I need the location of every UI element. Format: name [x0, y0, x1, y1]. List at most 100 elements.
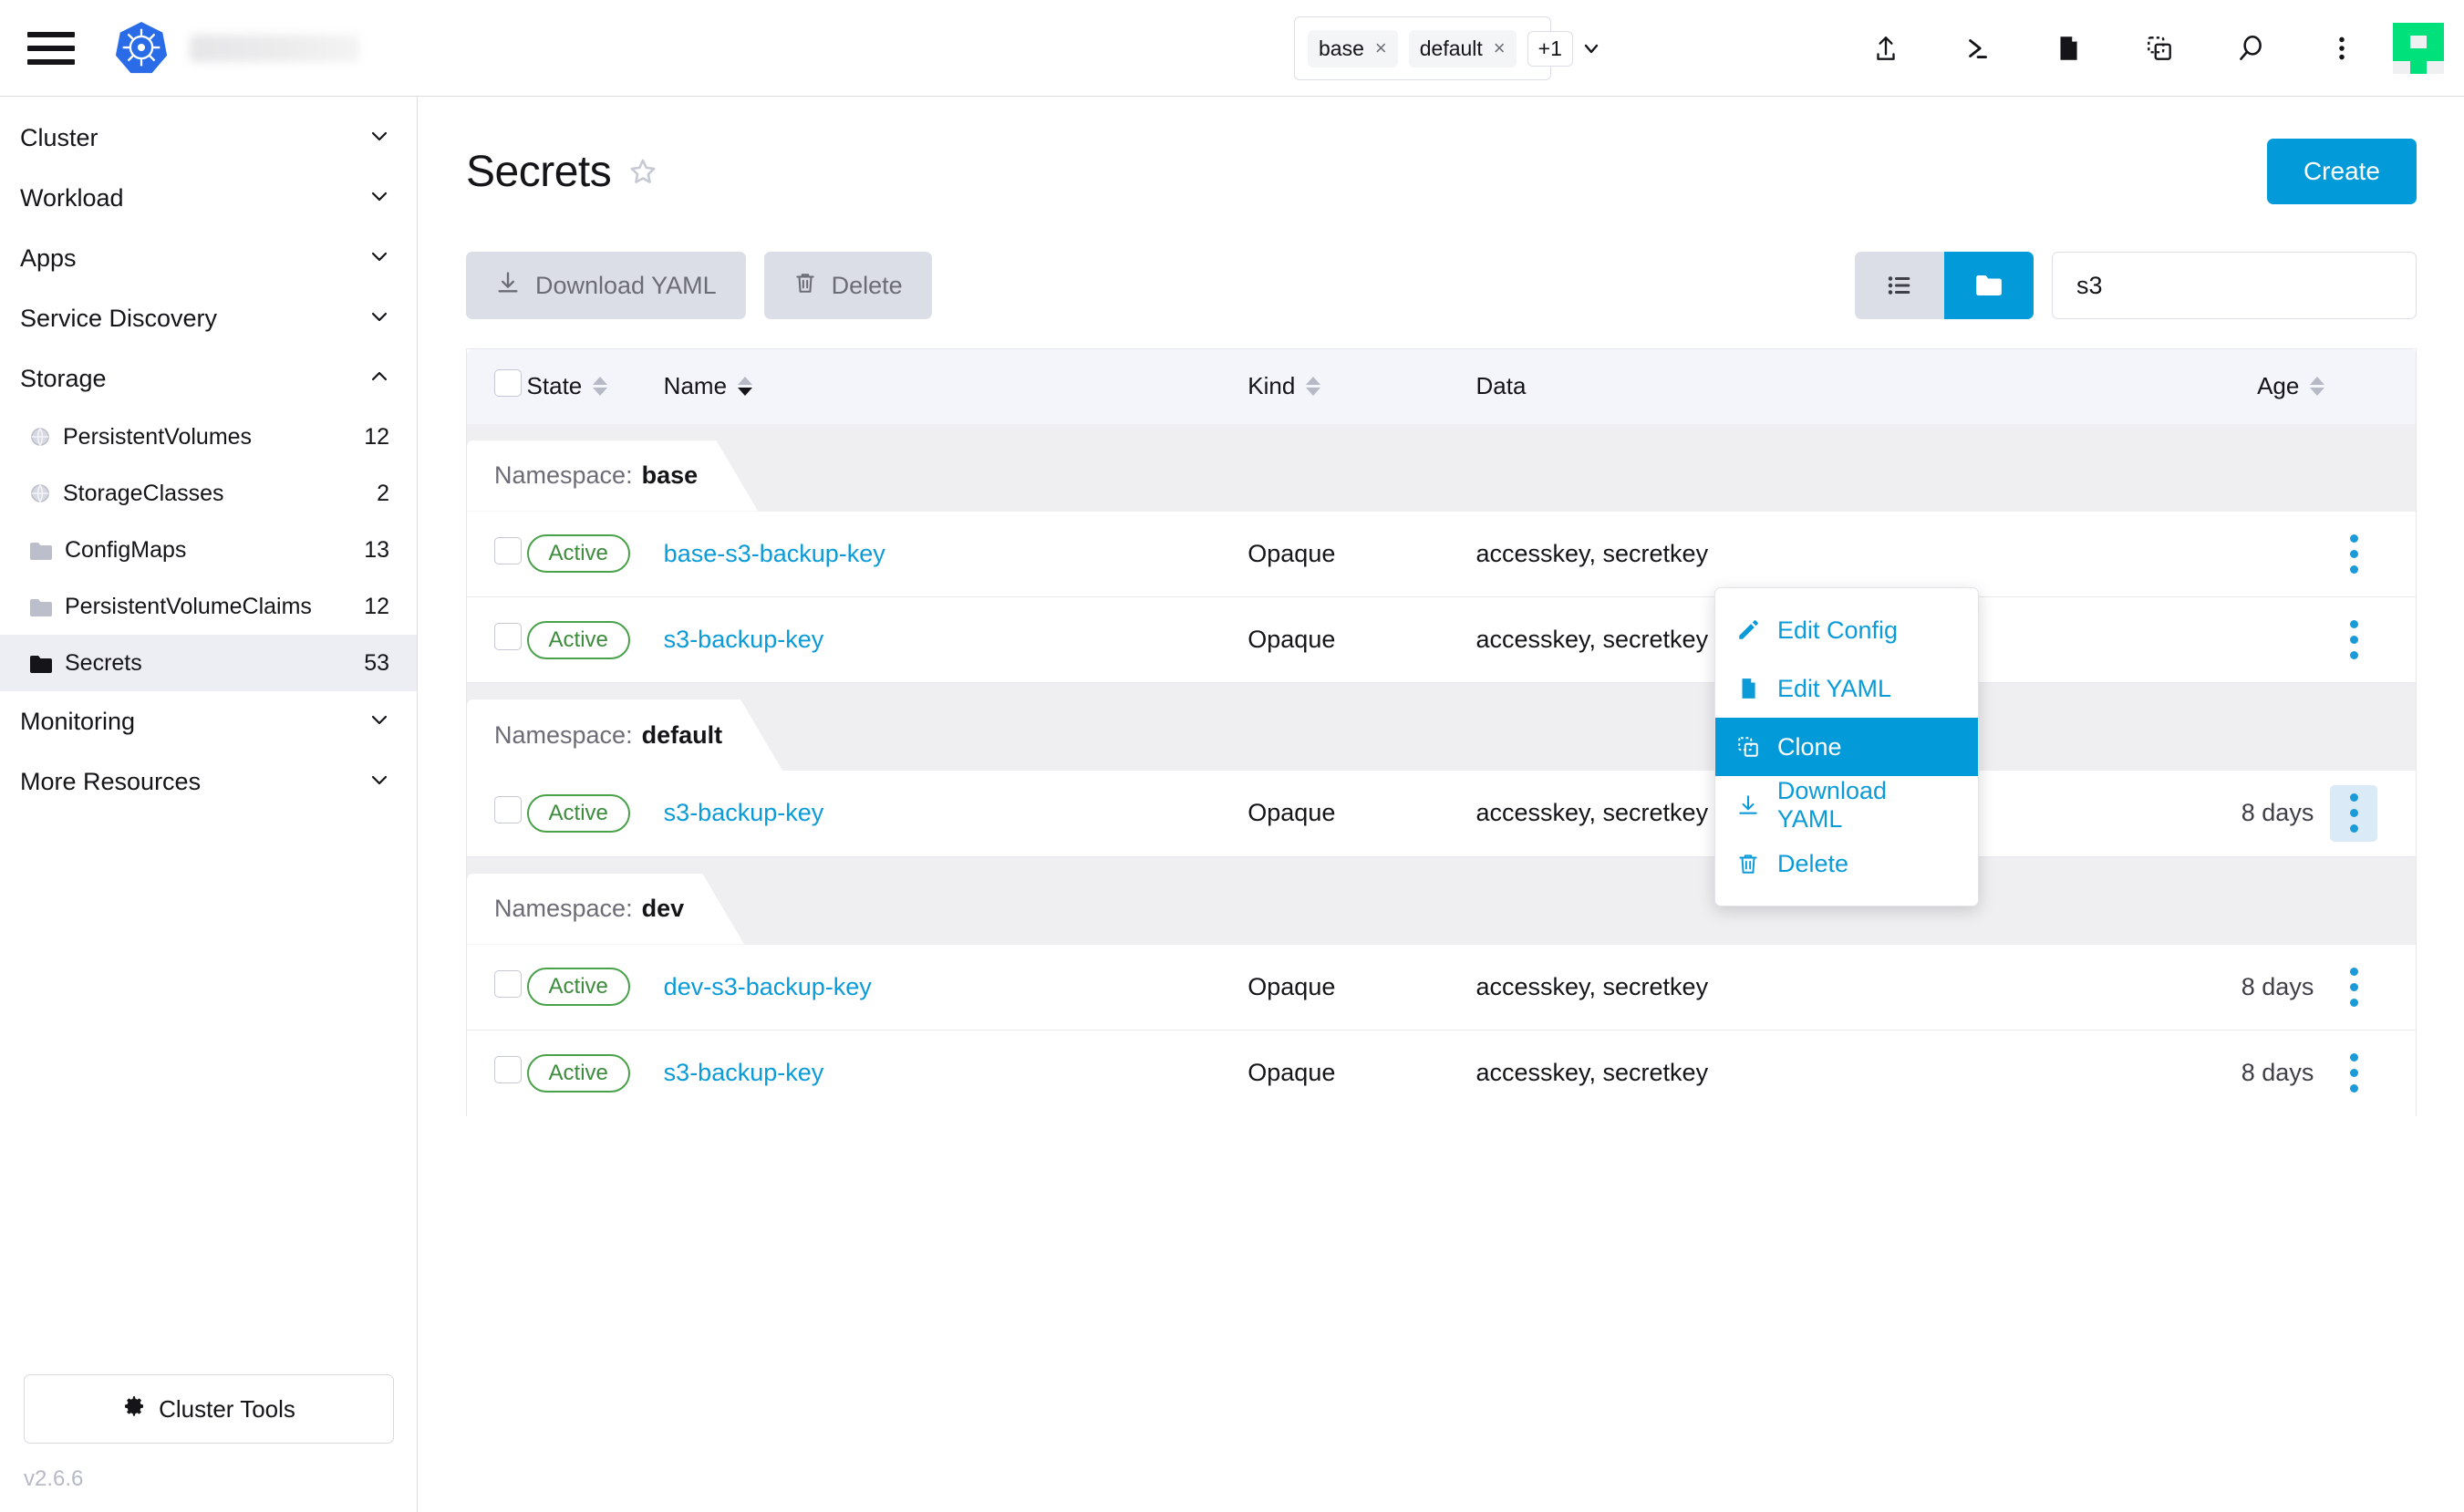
row-kebab-menu-icon[interactable]	[2330, 958, 2377, 1015]
sidebar-group-cluster[interactable]: Cluster	[0, 108, 417, 168]
table-row[interactable]: Active s3-backup-key Opaque accesskey, s…	[465, 596, 2417, 683]
hamburger-bar	[27, 58, 75, 65]
row-actions-cell	[2324, 596, 2417, 683]
sidebar-item-configmaps[interactable]: ConfigMaps 13	[0, 522, 417, 578]
close-icon[interactable]: ×	[1494, 38, 1506, 58]
row-age-cell: 8 days	[2115, 944, 2325, 1030]
sidebar-group-monitoring[interactable]: Monitoring	[0, 691, 417, 751]
sidebar-item-storageclasses[interactable]: StorageClasses 2	[0, 465, 417, 522]
sidebar-group-service-discovery[interactable]: Service Discovery	[0, 288, 417, 348]
close-icon[interactable]: ×	[1375, 38, 1387, 58]
star-outline-icon[interactable]	[627, 156, 658, 187]
delete-button[interactable]: Delete	[763, 252, 932, 319]
menu-item-delete[interactable]: Delete	[1715, 834, 1978, 893]
import-yaml-icon[interactable]	[1840, 0, 1931, 96]
row-checkbox[interactable]	[494, 796, 522, 824]
sidebar-item-label: ConfigMaps	[65, 536, 187, 563]
view-toggle-group	[1855, 252, 2034, 319]
row-checkbox[interactable]	[494, 969, 522, 998]
sidebar-item-persistentvolumeclaims[interactable]: PersistentVolumeClaims 12	[0, 578, 417, 635]
hamburger-icon[interactable]	[27, 30, 75, 67]
column-label-data: Data	[1475, 372, 1527, 400]
secret-name-link[interactable]: s3-backup-key	[664, 1059, 824, 1086]
namespace-group-tab-default[interactable]: Namespace: default	[467, 699, 782, 771]
row-checkbox[interactable]	[494, 1056, 522, 1084]
download-yaml-button[interactable]: Download YAML	[466, 252, 746, 319]
pencil-icon	[1735, 617, 1761, 643]
user-avatar-icon[interactable]	[2393, 22, 2444, 74]
search-icon[interactable]	[2205, 0, 2296, 96]
column-header-age[interactable]: Age	[2115, 348, 2325, 424]
copy-kubeconfig-icon[interactable]	[2114, 0, 2205, 96]
namespace-group-tab-dev[interactable]: Namespace: dev	[467, 874, 744, 945]
namespace-group-tab-base[interactable]: Namespace: base	[467, 440, 758, 512]
sidebar-group-label: Apps	[20, 243, 77, 272]
status-badge: Active	[526, 620, 630, 659]
menu-item-edit-config[interactable]: Edit Config	[1715, 601, 1978, 659]
group-by-folder-icon[interactable]	[1944, 252, 2034, 319]
menu-item-edit-yaml[interactable]: Edit YAML	[1715, 659, 1978, 718]
menu-item-label: Clone	[1777, 732, 1842, 761]
sidebar-group-label: Cluster	[20, 123, 98, 151]
row-kebab-menu-icon[interactable]	[2330, 1045, 2377, 1102]
namespace-pill-base[interactable]: base ×	[1308, 29, 1398, 67]
secret-name-link[interactable]: base-s3-backup-key	[664, 540, 885, 567]
sidebar-group-more-resources[interactable]: More Resources	[0, 751, 417, 812]
namespace-group-prefix: Namespace:	[494, 720, 633, 749]
sidebar-group-apps[interactable]: Apps	[0, 228, 417, 288]
sidebar-group-workload[interactable]: Workload	[0, 168, 417, 228]
column-header-name[interactable]: Name	[663, 348, 1248, 424]
sidebar-group-label: Service Discovery	[20, 304, 218, 332]
sidebar-item-secrets[interactable]: Secrets 53	[0, 635, 417, 691]
sidebar-item-label: StorageClasses	[63, 480, 224, 506]
create-button[interactable]: Create	[2266, 139, 2417, 204]
namespace-overflow[interactable]: +1	[1527, 30, 1600, 67]
row-kebab-menu-icon[interactable]	[2330, 525, 2377, 582]
row-actions-cell	[2324, 944, 2417, 1030]
menu-item-label: Edit YAML	[1777, 674, 1892, 702]
table-row[interactable]: Active s3-backup-key Opaque accesskey, s…	[465, 1030, 2417, 1116]
gear-icon	[122, 1394, 146, 1424]
sort-icon-kind[interactable]	[1306, 377, 1321, 397]
sort-icon-state[interactable]	[593, 377, 608, 397]
column-header-data: Data	[1475, 348, 2116, 424]
row-name-cell: s3-backup-key	[663, 771, 1248, 857]
column-header-state[interactable]: State	[526, 348, 664, 424]
namespace-pill-label: base	[1319, 36, 1364, 60]
docs-file-icon[interactable]	[2023, 0, 2114, 96]
row-checkbox[interactable]	[494, 623, 522, 650]
secrets-table-container: State Name Kind Data Age Namespace: base…	[419, 319, 2464, 1116]
search-input[interactable]	[2052, 252, 2417, 319]
namespace-overflow-count[interactable]: +1	[1527, 30, 1573, 67]
sidebar-item-count: 12	[364, 423, 389, 450]
table-row[interactable]: Active base-s3-backup-key Opaque accessk…	[465, 511, 2417, 597]
row-age-cell: 8 days	[2115, 1030, 2325, 1116]
sidebar-item-persistentvolumes[interactable]: PersistentVolumes 12	[0, 409, 417, 465]
column-header-kind[interactable]: Kind	[1248, 348, 1476, 424]
row-kebab-menu-icon[interactable]	[2330, 784, 2378, 842]
secret-name-link[interactable]: s3-backup-key	[664, 799, 824, 826]
chevron-down-icon[interactable]	[1582, 39, 1600, 57]
header-icon-bar	[1840, 0, 2464, 96]
select-all-checkbox[interactable]	[494, 369, 522, 398]
sidebar-group-storage[interactable]: Storage	[0, 348, 417, 409]
list-view-icon[interactable]	[1855, 252, 1944, 319]
menu-item-download-yaml[interactable]: Download YAML	[1715, 776, 1978, 834]
namespace-pill-default[interactable]: default ×	[1408, 29, 1517, 67]
namespace-filter[interactable]: base × default × +1	[1294, 16, 1599, 80]
status-badge: Active	[526, 968, 630, 1007]
secret-name-link[interactable]: s3-backup-key	[664, 626, 824, 653]
table-row[interactable]: Active s3-backup-key Opaque accesskey, s…	[465, 771, 2417, 857]
kubectl-shell-icon[interactable]	[1931, 0, 2023, 96]
row-checkbox[interactable]	[494, 536, 522, 564]
table-row[interactable]: Active dev-s3-backup-key Opaque accesske…	[465, 944, 2417, 1030]
kebab-menu-icon[interactable]	[2296, 0, 2387, 96]
sort-icon-name[interactable]	[738, 377, 753, 397]
row-kebab-menu-icon[interactable]	[2330, 612, 2377, 668]
secret-name-link[interactable]: dev-s3-backup-key	[664, 973, 872, 1000]
menu-item-clone[interactable]: Clone	[1715, 718, 1978, 776]
select-all-header	[465, 348, 527, 424]
kubernetes-logo[interactable]	[113, 20, 170, 77]
sort-icon-age[interactable]	[2310, 377, 2325, 397]
cluster-tools-button[interactable]: Cluster Tools	[24, 1374, 394, 1444]
